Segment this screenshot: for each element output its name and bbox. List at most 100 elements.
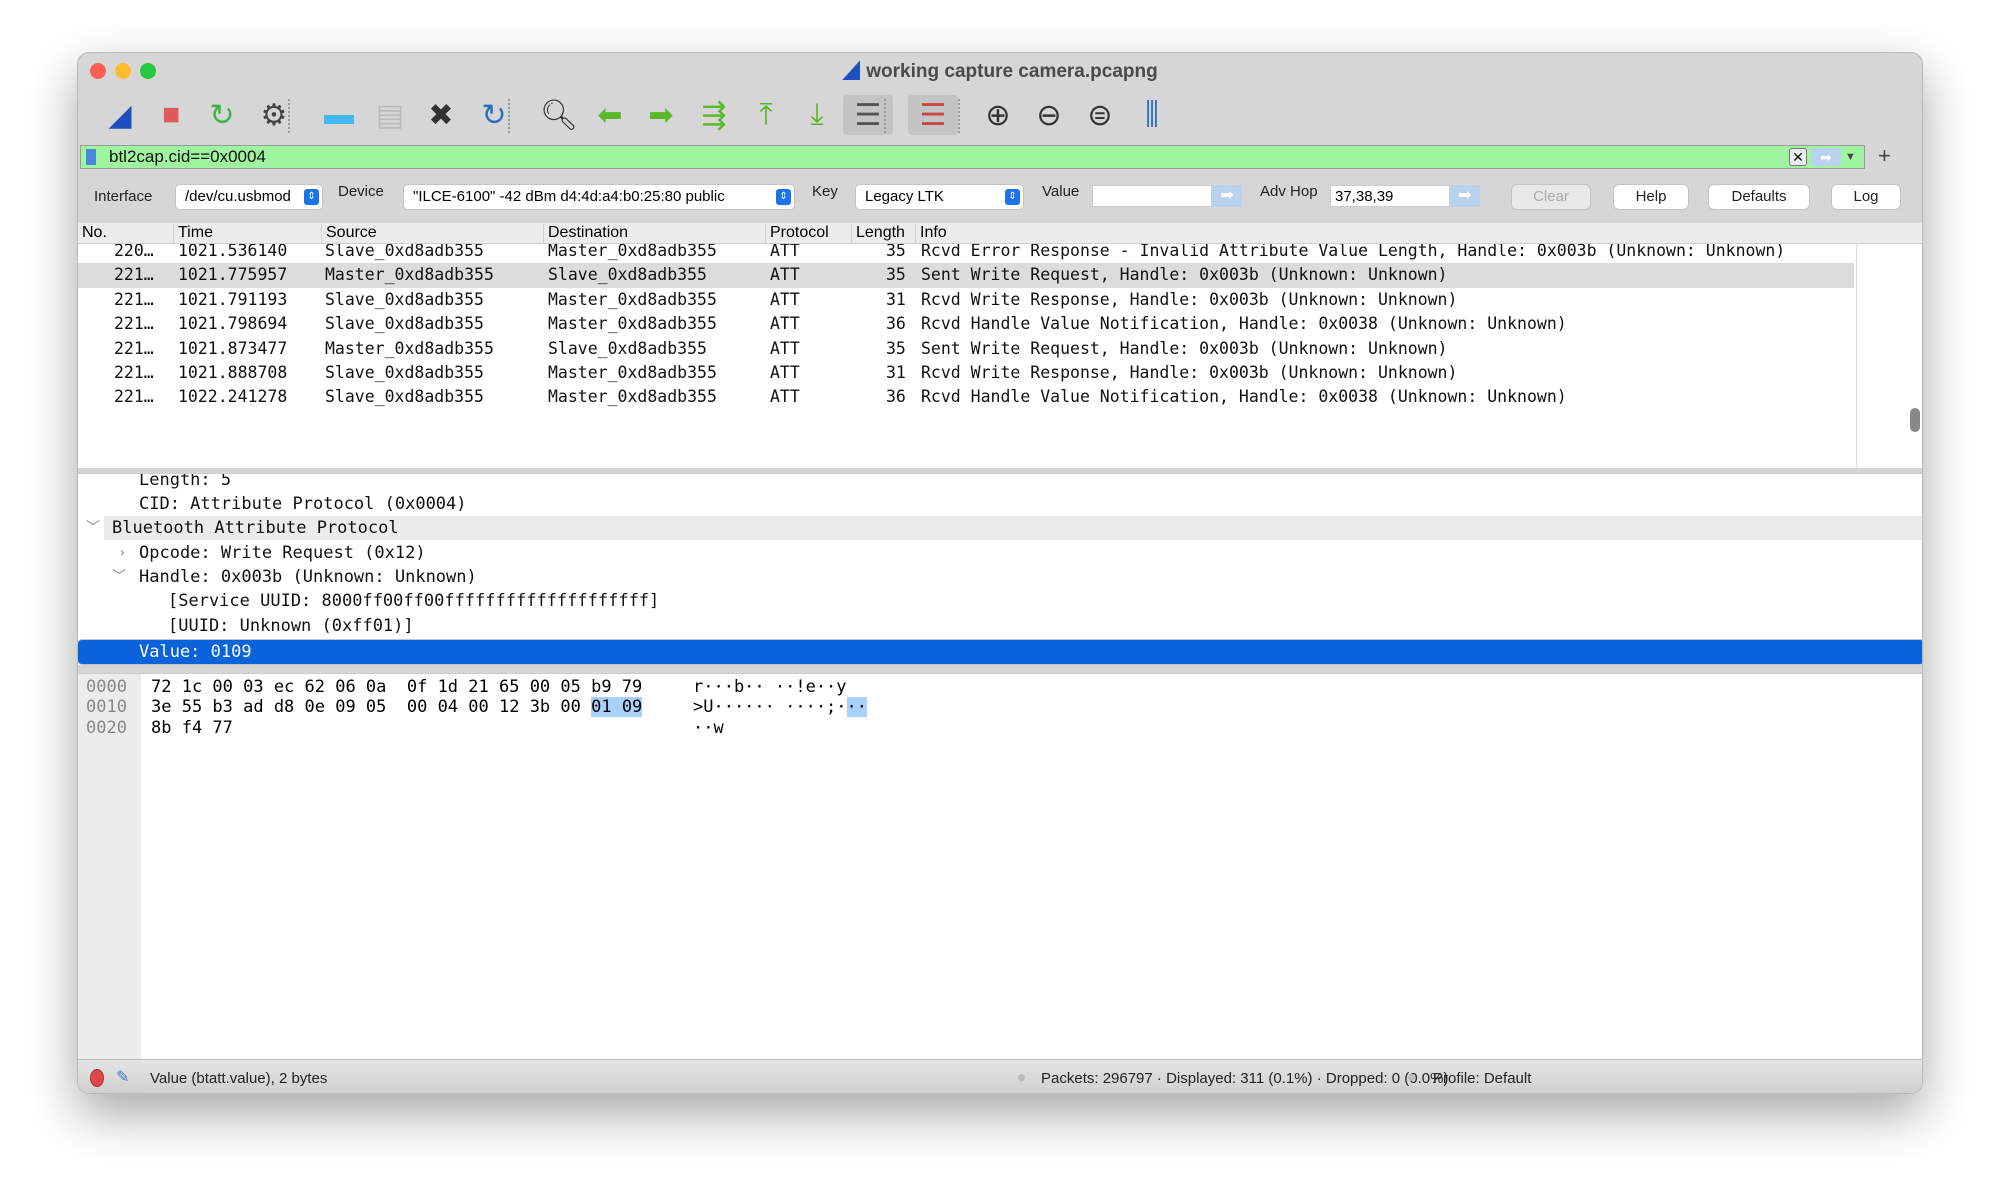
window-title: working capture camera.pcapng <box>78 60 1922 83</box>
start-capture-icon[interactable]: ◢ <box>100 95 140 135</box>
tree-item-bluetooth-att[interactable]: ﹀ Bluetooth Attribute Protocol <box>86 516 1922 541</box>
zoom-out-icon[interactable]: ⊖ <box>1029 95 1069 135</box>
packet-row[interactable]: 221… 1021.888708 Slave_0xd8adb355 Master_0x… <box>78 361 1854 385</box>
tree-item[interactable]: Length: 5 <box>78 474 1922 492</box>
packet-cell-src: Slave_0xd8adb355 <box>325 387 484 407</box>
packet-row[interactable]: 221… 1021.775957 Master_0xd8adb355 Slave_0x… <box>78 263 1854 288</box>
colorize-icon[interactable]: ☰ <box>908 95 958 135</box>
column-header-info[interactable]: Info <box>915 224 947 243</box>
tree-item-text: Handle: 0x003b (Unknown: Unknown) <box>139 567 477 587</box>
stop-capture-icon[interactable]: ■ <box>151 95 191 135</box>
packet-cell-time: 1021.873477 <box>178 338 288 358</box>
chevron-updown-icon: ⇕ <box>1005 189 1020 205</box>
tree-item-handle[interactable]: ﹀ Handle: 0x003b (Unknown: Unknown) <box>78 565 1922 589</box>
column-header-time[interactable]: Time <box>173 224 213 243</box>
save-file-icon[interactable]: ▤ <box>370 95 410 135</box>
go-forward-icon[interactable]: ➡ <box>641 95 681 135</box>
ascii-bytes[interactable]: ··w <box>693 718 724 738</box>
column-header-length[interactable]: Length <box>851 224 915 243</box>
packet-row[interactable]: 221… 1021.791193 Slave_0xd8adb355 Master_0x… <box>78 288 1854 312</box>
tree-item[interactable]: CID: Attribute Protocol (0x0004) <box>78 492 1922 516</box>
key-select[interactable]: Legacy LTK ⇕ <box>856 185 1023 209</box>
packet-cell-time: 1021.791193 <box>178 289 288 309</box>
hex-bytes[interactable]: 8b f4 77 <box>151 718 233 738</box>
packet-cell-info: Sent Write Request, Handle: 0x003b (Unkn… <box>921 265 1448 285</box>
chevron-updown-icon: ⇕ <box>776 189 791 205</box>
chevron-updown-icon: ⇕ <box>304 189 319 205</box>
ascii-bytes[interactable]: r···b·· ··!e··y <box>693 677 847 697</box>
packet-row[interactable]: 221… 1021.798694 Slave_0xd8adb355 Master_0x… <box>78 312 1854 336</box>
restart-capture-icon[interactable]: ↻ <box>202 95 242 135</box>
apply-adv-hop-icon[interactable]: ➡ <box>1450 185 1480 207</box>
clear-button[interactable]: Clear <box>1512 185 1590 209</box>
filter-history-dropdown[interactable]: ▼ <box>1845 148 1861 166</box>
tree-item[interactable]: [Service UUID: 8000ff00ff00fffffffffffff… <box>78 589 1922 613</box>
zoom-in-icon[interactable]: ⊕ <box>978 95 1018 135</box>
packet-list-minimap[interactable] <box>1856 244 1901 468</box>
key-label: Key <box>812 183 838 200</box>
column-header-protocol[interactable]: Protocol <box>765 224 829 243</box>
apply-value-icon[interactable]: ➡ <box>1212 185 1242 207</box>
packet-row[interactable]: 221… 1021.873477 Master_0xd8adb355 Slave_0x… <box>78 337 1854 361</box>
tree-item-opcode[interactable]: › Opcode: Write Request (0x12) <box>78 541 1922 565</box>
bookmark-icon[interactable] <box>86 149 96 165</box>
tree-item-value-selected[interactable]: Value: 0109 <box>78 640 1922 665</box>
packet-list-scrollbar[interactable] <box>1910 408 1920 432</box>
apply-filter-icon[interactable]: ➡ <box>1811 148 1841 166</box>
find-packet-icon[interactable]: 🔍︎ <box>539 95 579 135</box>
column-header-destination[interactable]: Destination <box>543 224 628 243</box>
hex-bytes-text: 72 1c 00 03 ec 62 06 0a 0f 1d 21 65 00 0… <box>151 677 643 697</box>
packet-cell-proto: ATT <box>770 338 800 358</box>
hex-bytes-text: 8b f4 77 <box>151 717 233 738</box>
packet-cell-dst: Slave_0xd8adb355 <box>548 338 707 358</box>
filter-text: btl2cap.cid==0x0004 <box>109 147 266 166</box>
column-header-no[interactable]: No. <box>78 224 107 243</box>
packet-cell-proto: ATT <box>770 314 800 334</box>
close-file-icon[interactable]: ✖ <box>421 95 461 135</box>
add-filter-button[interactable]: + <box>1878 143 1891 169</box>
packet-bytes-pane: 0000 72 1c 00 03 ec 62 06 0a 0f 1d 21 65 … <box>78 673 1922 1093</box>
packet-cell-len: 35 <box>886 338 906 358</box>
chevron-down-icon[interactable]: ﹀ <box>86 516 100 540</box>
adv-hop-input[interactable]: 37,38,39 <box>1330 185 1450 207</box>
go-back-icon[interactable]: ⬅ <box>590 95 630 135</box>
resize-columns-icon[interactable]: ⫼ <box>1132 95 1172 135</box>
status-profile[interactable]: Profile: Default <box>1433 1070 1531 1087</box>
hex-bytes[interactable]: 72 1c 00 03 ec 62 06 0a 0f 1d 21 65 00 0… <box>151 677 642 697</box>
window-title-text: working capture camera.pcapng <box>866 61 1158 82</box>
display-filter-input[interactable]: btl2cap.cid==0x0004 ✕ ➡ ▼ <box>80 145 1865 169</box>
tree-item-text: Value: 0109 <box>139 642 252 662</box>
open-file-icon[interactable]: ▬ <box>319 95 359 135</box>
packet-cell-proto: ATT <box>770 387 800 407</box>
packet-cell-info: Sent Write Request, Handle: 0x003b (Unkn… <box>921 338 1448 358</box>
value-input[interactable] <box>1092 185 1212 207</box>
packet-cell-proto: ATT <box>770 265 800 285</box>
chevron-right-icon[interactable]: › <box>118 541 126 565</box>
first-packet-icon[interactable]: ⤒ <box>746 95 786 135</box>
last-packet-icon[interactable]: ⤓ <box>797 95 837 135</box>
defaults-button[interactable]: Defaults <box>1709 185 1809 209</box>
hex-bytes[interactable]: 3e 55 b3 ad d8 0e 09 05 00 04 00 12 3b 0… <box>151 697 643 718</box>
packet-cell-len: 36 <box>886 314 906 334</box>
chevron-down-icon[interactable]: ﹀ <box>112 565 126 589</box>
clear-filter-icon[interactable]: ✕ <box>1789 148 1807 166</box>
toolbar-separator <box>884 99 886 133</box>
packet-cell-time: 1022.241278 <box>178 387 288 407</box>
packet-row[interactable]: 221… 1022.241278 Slave_0xd8adb355 Master_0x… <box>78 385 1854 409</box>
interface-select[interactable]: /dev/cu.usbmod ⇕ <box>176 185 322 209</box>
edit-comment-icon[interactable]: ✎ <box>116 1067 129 1087</box>
packet-list: No. Time Source Destination Protocol Len… <box>78 223 1922 468</box>
packet-cell-no: 221… <box>114 363 154 382</box>
help-button[interactable]: Help <box>1614 185 1688 209</box>
expert-info-icon[interactable] <box>90 1069 104 1087</box>
packet-details-tree: Length: 5 CID: Attribute Protocol (0x000… <box>78 473 1922 665</box>
ascii-bytes[interactable]: >U······ ····;··· <box>693 697 868 718</box>
column-header-source[interactable]: Source <box>321 224 377 243</box>
log-button[interactable]: Log <box>1832 185 1900 209</box>
zoom-normal-icon[interactable]: ⊜ <box>1080 95 1120 135</box>
device-select[interactable]: "ILCE-6100" -42 dBm d4:4d:a4:b0:25:80 pu… <box>404 185 794 209</box>
device-value: "ILCE-6100" -42 dBm d4:4d:a4:b0:25:80 pu… <box>413 188 725 205</box>
tree-item[interactable]: [UUID: Unknown (0xff01)] <box>78 614 1922 638</box>
go-to-packet-icon[interactable]: ⇶ <box>694 95 734 135</box>
hex-offset: 0020 <box>86 717 127 738</box>
